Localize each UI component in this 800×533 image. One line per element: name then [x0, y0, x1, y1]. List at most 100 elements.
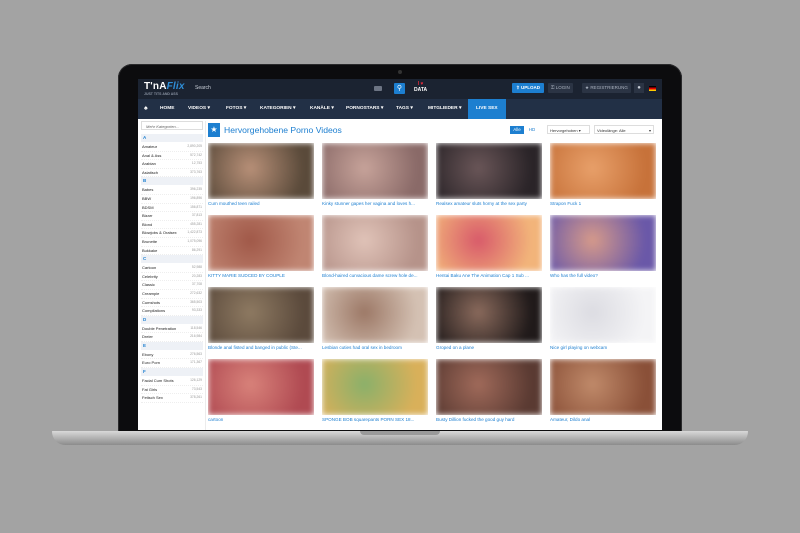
category-item[interactable]: Compilations 93,333	[141, 307, 203, 316]
category-item[interactable]: Brunette 1,075,096	[141, 238, 203, 247]
category-item[interactable]: Classic 37,708	[141, 281, 203, 290]
video-tile[interactable]: SPONGE BOB squarepants PORN SEX 18...	[322, 359, 428, 422]
video-title[interactable]: SPONGE BOB squarepants PORN SEX 18...	[322, 417, 428, 422]
video-tile[interactable]: Blonde anal fisted and banged in public …	[208, 287, 314, 350]
video-title[interactable]: Strapon Fuck 1	[550, 201, 656, 206]
category-item[interactable]: Asiatisch 373,763	[141, 169, 203, 178]
nav-fotos-label: FOTOS	[226, 106, 243, 111]
video-tile[interactable]: Kinky stunner gapes her vagina and loves…	[322, 143, 428, 206]
category-item[interactable]: Ebony 276,563	[141, 351, 203, 360]
video-tile[interactable]: Cum mouthed teen railed	[208, 143, 314, 206]
video-title[interactable]: Blonde anal fisted and banged in public …	[208, 345, 314, 350]
video-thumbnail[interactable]	[436, 215, 542, 271]
nav-fotos[interactable]: FOTOS ▾	[226, 99, 246, 119]
video-title[interactable]: Who has the full video?	[550, 273, 656, 278]
video-tile[interactable]: Realsex amateur sluts horny at the sex p…	[436, 143, 542, 206]
video-thumbnail[interactable]	[550, 359, 656, 415]
nav-kanaele[interactable]: KANÄLE ▾	[310, 99, 334, 119]
video-tile[interactable]: cartoon	[208, 359, 314, 422]
upload-button[interactable]: ⇧ UPLOAD	[512, 83, 545, 93]
video-title[interactable]: Blond-haired curvacious dame screw hole …	[322, 273, 428, 278]
nav-pornostars[interactable]: PORNOSTARS ▾	[346, 99, 383, 119]
video-thumbnail[interactable]	[550, 215, 656, 271]
login-button[interactable]: ⚿ LOGIN	[548, 83, 573, 93]
video-thumbnail[interactable]	[208, 359, 314, 415]
video-tile[interactable]: Hentai Baku Ane The Animation Cap 1 Sub …	[436, 215, 542, 278]
video-thumbnail[interactable]	[208, 215, 314, 271]
category-item[interactable]: Arabian 12,753	[141, 160, 203, 169]
nav-live-sex[interactable]: LIVE SEX	[468, 99, 506, 119]
video-tile[interactable]: KITTY MARIE SUDCED BY COUPLE	[208, 215, 314, 278]
search-button[interactable]: ⚲	[394, 83, 405, 94]
video-tile[interactable]: Lesbian cuties had oral sex in bedroom	[322, 287, 428, 350]
video-tile[interactable]: Nice girl playing on webcam	[550, 287, 656, 350]
video-title[interactable]: Groped on a plane	[436, 345, 542, 350]
category-item[interactable]: Blowjobs & Oralsex 1,422,873	[141, 229, 203, 238]
video-tile[interactable]: Amateur, Dildo anal	[550, 359, 656, 422]
nav-tags[interactable]: TAGS ▾	[396, 99, 413, 119]
video-thumbnail[interactable]	[436, 359, 542, 415]
category-item[interactable]: Facial Cum Shots 126,129	[141, 377, 203, 386]
category-item[interactable]: Dreier 216,984	[141, 333, 203, 342]
video-thumbnail[interactable]	[208, 143, 314, 199]
category-item[interactable]: Fat Girls 73,543	[141, 386, 203, 395]
video-title[interactable]: Cum mouthed teen railed	[208, 201, 314, 206]
category-item[interactable]: Babes 396,235	[141, 186, 203, 195]
filter-hd-button[interactable]: HD	[526, 126, 538, 134]
video-title[interactable]: Nice girl playing on webcam	[550, 345, 656, 350]
video-tile[interactable]: Blond-haired curvacious dame screw hole …	[322, 215, 428, 278]
category-item[interactable]: Euro Porn 171,367	[141, 359, 203, 369]
category-item[interactable]: Cumshots 365,503	[141, 299, 203, 308]
search-input[interactable]: Search	[195, 85, 211, 91]
category-item[interactable]: Anal & Ass 572,742	[141, 152, 203, 161]
data-logo[interactable]: I ♥ DATA	[414, 81, 427, 93]
video-title[interactable]: Kinky stunner gapes her vagina and loves…	[322, 201, 428, 206]
sort-select[interactable]: Hervorgehoben ▾	[547, 125, 590, 134]
video-thumbnail[interactable]	[322, 359, 428, 415]
webcam-dot	[398, 70, 402, 74]
category-item[interactable]: Bizarr 37,813	[141, 212, 203, 221]
category-item[interactable]: Double Penetration 118,546	[141, 325, 203, 334]
video-title[interactable]: Hentai Baku Ane The Animation Cap 1 Sub …	[436, 273, 542, 278]
length-select[interactable]: Videolänge: Alle ▾	[594, 125, 654, 134]
nav-mitglieder[interactable]: MITGLIEDER ▾	[428, 99, 461, 119]
category-item[interactable]: Blond 455,281	[141, 221, 203, 230]
video-thumbnail[interactable]	[436, 287, 542, 343]
video-title[interactable]: Amateur, Dildo anal	[550, 417, 656, 422]
user-icon[interactable]: ●	[634, 83, 644, 93]
video-title[interactable]: cartoon	[208, 417, 314, 422]
category-item[interactable]: BBW 196,896	[141, 195, 203, 204]
video-thumbnail[interactable]	[322, 143, 428, 199]
video-title[interactable]: Busty Dillion fucked the good guy hard	[436, 417, 542, 422]
category-item[interactable]: Cartoon 52,988	[141, 264, 203, 273]
video-title[interactable]: Realsex amateur sluts horny at the sex p…	[436, 201, 542, 206]
video-thumbnail[interactable]	[322, 215, 428, 271]
filter-all-button[interactable]: Alle	[510, 126, 524, 134]
video-tile[interactable]: Strapon Fuck 1	[550, 143, 656, 206]
video-tile[interactable]: Who has the full video?	[550, 215, 656, 278]
category-item[interactable]: Celebrity 20,283	[141, 273, 203, 282]
camera-icon[interactable]	[374, 86, 382, 91]
register-button[interactable]: ★ REGISTRIERUNG	[582, 83, 631, 93]
category-item[interactable]: BDSM 156,871	[141, 204, 203, 213]
german-flag-icon[interactable]	[649, 86, 656, 91]
nav-kategorien[interactable]: KATEGORIEN ▾	[260, 99, 295, 119]
video-tile[interactable]: Groped on a plane	[436, 287, 542, 350]
video-title[interactable]: Lesbian cuties had oral sex in bedroom	[322, 345, 428, 350]
video-thumbnail[interactable]	[208, 287, 314, 343]
nav-videos[interactable]: VIDEOS ▾	[188, 99, 210, 119]
category-item[interactable]: Amateur 2,890,205	[141, 143, 203, 152]
category-item[interactable]: Fetisch Sex 378,261	[141, 394, 203, 403]
video-thumbnail[interactable]	[550, 143, 656, 199]
nav-home[interactable]: HOME	[160, 99, 174, 119]
home-icon[interactable]: ♠	[144, 105, 148, 112]
video-thumbnail[interactable]	[550, 287, 656, 343]
video-title[interactable]: KITTY MARIE SUDCED BY COUPLE	[208, 273, 314, 278]
category-item[interactable]: Creampie 272,632	[141, 290, 203, 299]
video-tile[interactable]: Busty Dillion fucked the good guy hard	[436, 359, 542, 422]
more-categories-input[interactable]: Mehr Kategorien...	[141, 121, 203, 130]
site-logo[interactable]: T'nAFlix	[144, 81, 185, 92]
video-thumbnail[interactable]	[322, 287, 428, 343]
category-item[interactable]: Bukkake 86,291	[141, 247, 203, 256]
video-thumbnail[interactable]	[436, 143, 542, 199]
